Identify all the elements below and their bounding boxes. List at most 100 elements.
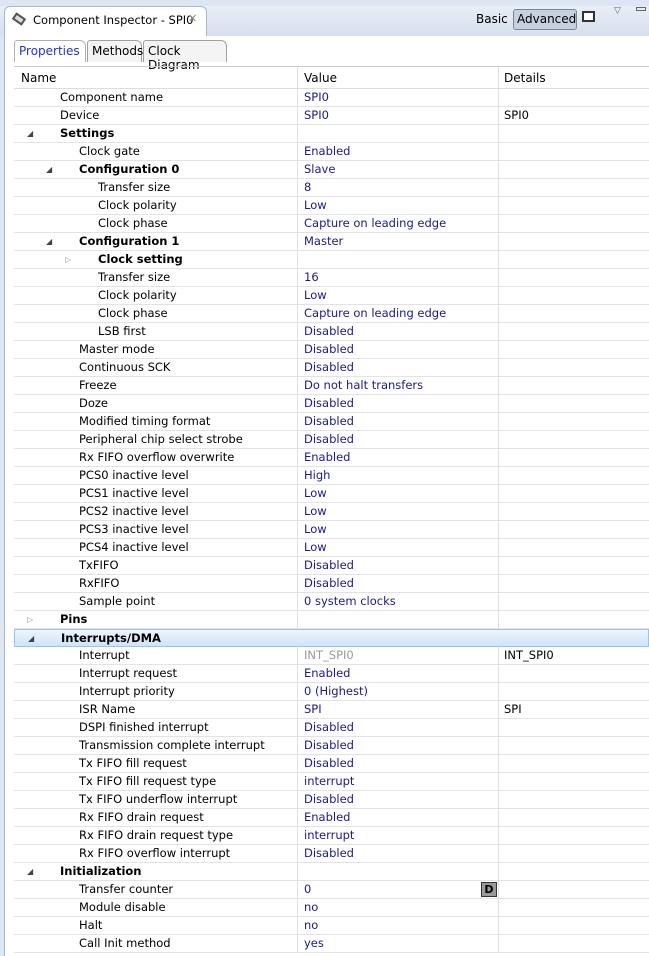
property-value[interactable]: Disabled [304,737,354,755]
table-row[interactable]: ◢ Initialization [14,863,649,881]
table-row[interactable]: Device SPI0 SPI0 [14,107,649,125]
table-row[interactable]: ◢ Configuration 0 Slave [14,161,649,179]
table-row[interactable]: ▷ Clock setting [14,251,649,269]
table-row[interactable]: Transmission complete interrupt Disabled [14,737,649,755]
property-value[interactable]: Enabled [304,449,350,467]
collapse-icon[interactable]: ◢ [46,161,52,178]
collapse-icon[interactable]: ◢ [27,863,33,880]
table-row[interactable]: Interrupt INT_SPI0 INT_SPI0 [14,647,649,665]
property-value[interactable]: Disabled [304,557,354,575]
table-row[interactable]: Freeze Do not halt transfers [14,377,649,395]
property-value[interactable]: Low [304,521,327,539]
property-value[interactable]: 0 [304,881,311,899]
property-value[interactable]: Low [304,539,327,557]
property-value[interactable]: Disabled [304,431,354,449]
property-value[interactable]: 0 (Highest) [304,683,368,701]
property-value[interactable]: Disabled [304,395,354,413]
table-row[interactable]: Halt no [14,917,649,935]
tab-clock-diagram[interactable]: Clock Diagram [143,40,227,72]
table-row[interactable]: Transfer size 16 [14,269,649,287]
property-value[interactable]: Low [304,503,327,521]
table-row[interactable]: ◢ Interrupts/DMA [14,629,649,647]
property-value[interactable]: Disabled [304,791,354,809]
property-value[interactable]: Capture on leading edge [304,215,446,233]
view-menu-icon[interactable]: ▽ [614,6,621,16]
column-name[interactable]: Name [21,71,56,85]
table-row[interactable]: Component name SPI0 [14,89,649,107]
property-value[interactable]: Disabled [304,359,354,377]
property-value[interactable]: Enabled [304,665,350,683]
table-row[interactable]: ◢ Settings [14,125,649,143]
table-row[interactable]: Rx FIFO drain request type interrupt [14,827,649,845]
table-row[interactable]: Clock phase Capture on leading edge [14,215,649,233]
tab-methods[interactable]: Methods [87,40,143,62]
window-icon[interactable] [582,11,595,22]
table-row[interactable]: Modified timing format Disabled [14,413,649,431]
table-row[interactable]: Doze Disabled [14,395,649,413]
collapse-icon[interactable]: ◢ [46,233,52,250]
property-value[interactable]: 8 [304,179,311,197]
table-row[interactable]: DSPI finished interrupt Disabled [14,719,649,737]
table-row[interactable]: PCS3 inactive level Low [14,521,649,539]
property-value[interactable]: Low [304,197,327,215]
collapse-icon[interactable]: ◢ [27,125,33,142]
expand-icon[interactable]: ▷ [65,251,71,268]
table-row[interactable]: Peripheral chip select strobe Disabled [14,431,649,449]
property-value[interactable]: interrupt [304,827,354,845]
property-value[interactable]: Disabled [304,323,354,341]
table-row[interactable]: ▷ Pins [14,611,649,629]
table-row[interactable]: PCS4 inactive level Low [14,539,649,557]
tab-properties[interactable]: Properties [14,40,86,62]
table-row[interactable]: PCS0 inactive level High [14,467,649,485]
close-icon[interactable]: ✕ [188,12,197,25]
property-value[interactable]: Master [304,233,343,251]
collapse-icon[interactable]: ◢ [28,630,34,647]
table-row[interactable]: Clock polarity Low [14,197,649,215]
table-row[interactable]: Rx FIFO drain request Enabled [14,809,649,827]
property-value[interactable]: no [304,899,318,917]
property-value[interactable]: Low [304,485,327,503]
table-row[interactable]: Master mode Disabled [14,341,649,359]
property-value[interactable]: Low [304,287,327,305]
property-value[interactable]: Capture on leading edge [304,305,446,323]
property-value[interactable]: Disabled [304,413,354,431]
table-row[interactable]: LSB first Disabled [14,323,649,341]
property-value[interactable]: High [304,467,330,485]
table-row[interactable]: Tx FIFO fill request Disabled [14,755,649,773]
column-details[interactable]: Details [504,71,546,85]
property-value[interactable]: yes [304,935,324,953]
minimize-icon[interactable] [636,7,646,11]
property-value[interactable]: Disabled [304,845,354,863]
table-row[interactable]: Transfer counter 0 D [14,881,649,899]
property-value[interactable]: Enabled [304,143,350,161]
default-button[interactable]: D [481,882,497,897]
column-value[interactable]: Value [304,71,337,85]
property-value[interactable]: Disabled [304,341,354,359]
table-row[interactable]: ISR Name SPI SPI [14,701,649,719]
expand-icon[interactable]: ▷ [27,611,33,628]
property-value[interactable]: SPI [304,701,322,719]
property-value[interactable]: 0 system clocks [304,593,396,611]
property-value[interactable]: Disabled [304,575,354,593]
property-value[interactable]: Do not halt transfers [304,377,423,395]
table-row[interactable]: TxFIFO Disabled [14,557,649,575]
table-row[interactable]: PCS1 inactive level Low [14,485,649,503]
table-row[interactable]: Module disable no [14,899,649,917]
table-row[interactable]: Call Init method yes [14,935,649,953]
table-row[interactable]: Tx FIFO fill request type interrupt [14,773,649,791]
property-value[interactable]: INT_SPI0 [304,647,354,665]
table-row[interactable]: Clock gate Enabled [14,143,649,161]
property-value[interactable]: Disabled [304,755,354,773]
advanced-button[interactable]: Advanced [513,9,577,30]
table-row[interactable]: Tx FIFO underflow interrupt Disabled [14,791,649,809]
table-row[interactable]: Clock polarity Low [14,287,649,305]
property-value[interactable]: Slave [304,161,335,179]
property-value[interactable]: Enabled [304,809,350,827]
property-value[interactable]: interrupt [304,773,354,791]
property-value[interactable]: Disabled [304,719,354,737]
table-row[interactable]: Rx FIFO overflow interrupt Disabled [14,845,649,863]
table-row[interactable]: Interrupt request Enabled [14,665,649,683]
table-row[interactable]: Interrupt priority 0 (Highest) [14,683,649,701]
property-value[interactable]: SPI0 [304,89,329,107]
table-row[interactable]: Transfer size 8 [14,179,649,197]
